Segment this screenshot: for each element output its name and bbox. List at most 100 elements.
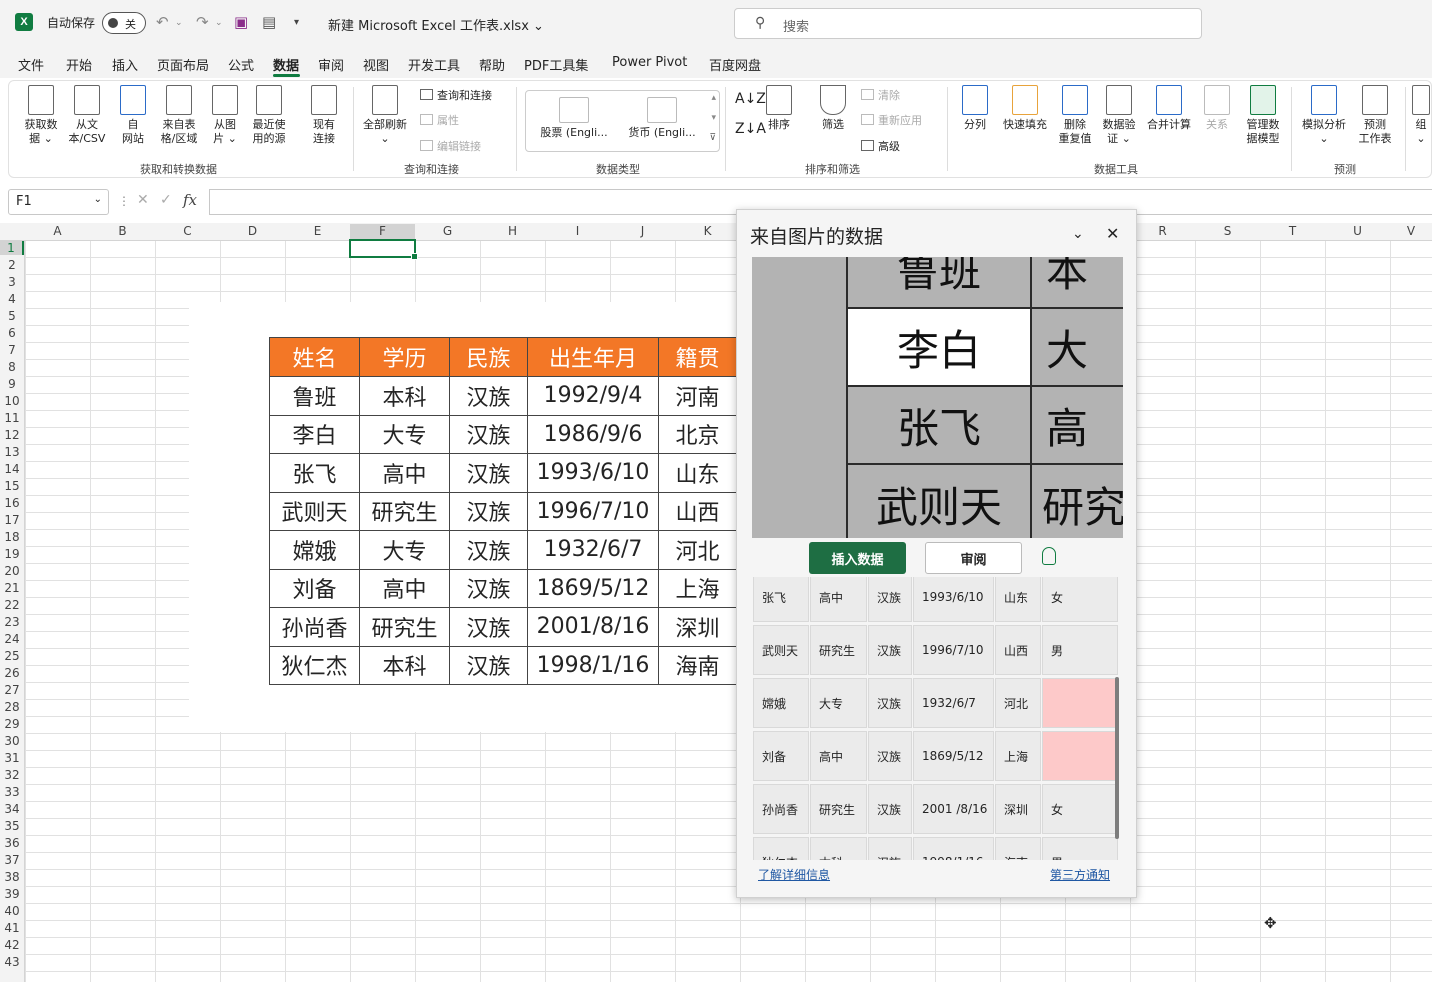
- row-header[interactable]: 32: [0, 768, 24, 782]
- result-cell[interactable]: 武则天: [753, 625, 809, 675]
- result-cell[interactable]: 汉族: [868, 577, 912, 622]
- customize-qat-icon[interactable]: ▾: [294, 17, 299, 28]
- from-table-button[interactable]: 来自表 格/区域: [157, 85, 201, 146]
- flash-fill-button[interactable]: 快速填充: [999, 85, 1051, 132]
- currency-button[interactable]: 货币 (Engli...: [620, 97, 704, 140]
- result-cell[interactable]: 孙尚香: [753, 784, 809, 834]
- column-header[interactable]: E: [285, 224, 350, 238]
- from-picture-button[interactable]: 从图 片 ⌄: [207, 85, 243, 146]
- result-cell[interactable]: 研究生: [810, 625, 867, 675]
- row-header[interactable]: 12: [0, 428, 24, 442]
- row-header[interactable]: 17: [0, 513, 24, 527]
- tab-formulas[interactable]: 公式: [228, 55, 254, 74]
- active-cell-f1[interactable]: [349, 239, 418, 260]
- tab-home[interactable]: 开始: [66, 55, 92, 74]
- relationships-button[interactable]: 关系: [1201, 85, 1233, 132]
- row-header[interactable]: 41: [0, 921, 24, 935]
- column-header[interactable]: T: [1260, 224, 1325, 238]
- search-box[interactable]: ⚲ 搜索: [734, 8, 1202, 39]
- row-header[interactable]: 34: [0, 802, 24, 816]
- column-header[interactable]: B: [90, 224, 155, 238]
- row-header[interactable]: 20: [0, 564, 24, 578]
- tab-baidu-netdisk[interactable]: 百度网盘: [709, 55, 761, 74]
- result-cell[interactable]: 刘备: [753, 731, 809, 781]
- insert-data-button[interactable]: 插入数据: [809, 542, 906, 574]
- row-header[interactable]: 23: [0, 615, 24, 629]
- tab-page-layout[interactable]: 页面布局: [157, 55, 209, 74]
- row-header[interactable]: 13: [0, 445, 24, 459]
- tab-view[interactable]: 视图: [363, 55, 389, 74]
- tab-developer[interactable]: 开发工具: [408, 55, 460, 74]
- result-cell[interactable]: 男: [1042, 625, 1118, 675]
- from-web-button[interactable]: 自 网站: [115, 85, 151, 146]
- column-header[interactable]: H: [480, 224, 545, 238]
- consolidate-button[interactable]: 合并计算: [1143, 85, 1195, 132]
- flagged-result-cell[interactable]: [1042, 731, 1118, 781]
- result-cell[interactable]: 高中: [810, 731, 867, 781]
- column-header[interactable]: C: [155, 224, 220, 238]
- result-cell[interactable]: 女: [1042, 784, 1118, 834]
- result-cell[interactable]: 上海: [995, 731, 1041, 781]
- properties-button[interactable]: 属性: [420, 112, 459, 128]
- tab-pdf-tools[interactable]: PDF工具集: [524, 55, 588, 74]
- result-cell[interactable]: 深圳: [995, 784, 1041, 834]
- row-header[interactable]: 7: [0, 343, 24, 357]
- redo-dropdown-icon[interactable]: ⌄: [215, 18, 223, 28]
- text-to-columns-button[interactable]: 分列: [955, 85, 995, 132]
- tab-data[interactable]: 数据: [273, 55, 299, 74]
- row-header[interactable]: 43: [0, 955, 24, 969]
- tab-review[interactable]: 审阅: [318, 55, 344, 74]
- outline-group-button[interactable]: 组 ⌄: [1411, 85, 1431, 146]
- flagged-result-cell[interactable]: [1042, 678, 1118, 728]
- row-header[interactable]: 2: [0, 258, 24, 272]
- row-header[interactable]: 26: [0, 666, 24, 680]
- row-header[interactable]: 10: [0, 394, 24, 408]
- result-cell[interactable]: 狄仁杰: [753, 837, 809, 860]
- column-header[interactable]: K: [675, 224, 740, 238]
- column-header[interactable]: G: [415, 224, 480, 238]
- result-cell[interactable]: 山西: [995, 625, 1041, 675]
- queries-connections-button[interactable]: 查询和连接: [420, 87, 492, 103]
- row-header[interactable]: 38: [0, 870, 24, 884]
- row-header[interactable]: 40: [0, 904, 24, 918]
- column-header[interactable]: V: [1390, 224, 1432, 238]
- clear-filter-button[interactable]: 清除: [861, 87, 900, 103]
- row-header[interactable]: 25: [0, 649, 24, 663]
- result-cell[interactable]: 汉族: [868, 837, 912, 860]
- column-header[interactable]: D: [220, 224, 285, 238]
- gallery-up-icon[interactable]: ▴: [711, 93, 716, 103]
- result-cell[interactable]: 高中: [810, 577, 867, 622]
- row-header[interactable]: 28: [0, 700, 24, 714]
- undo-icon[interactable]: ↶: [156, 13, 169, 31]
- row-header[interactable]: 33: [0, 785, 24, 799]
- row-header[interactable]: 35: [0, 819, 24, 833]
- gallery-down-icon[interactable]: ▾: [711, 113, 716, 123]
- get-data-button[interactable]: 获取数 据 ⌄: [19, 85, 63, 146]
- result-cell[interactable]: 女: [1042, 577, 1118, 622]
- result-cell[interactable]: 河北: [995, 678, 1041, 728]
- result-cell[interactable]: 张飞: [753, 577, 809, 622]
- advanced-filter-button[interactable]: 高级: [861, 138, 900, 154]
- result-cell[interactable]: 1996/7/10: [913, 625, 994, 675]
- redo-icon[interactable]: ↷: [196, 13, 209, 31]
- row-header[interactable]: 19: [0, 547, 24, 561]
- picture-preview[interactable]: 鲁班 本 李白 大 张飞 高 武则天 研究: [752, 257, 1123, 538]
- row-header[interactable]: 11: [0, 411, 24, 425]
- reapply-button[interactable]: 重新应用: [861, 112, 922, 128]
- result-cell[interactable]: 海南: [995, 837, 1041, 860]
- sort-ascending-icon[interactable]: A↓Z: [735, 91, 766, 107]
- column-header[interactable]: A: [25, 224, 90, 238]
- lightbulb-icon[interactable]: [1042, 547, 1056, 565]
- tab-file[interactable]: 文件: [18, 55, 44, 74]
- result-cell[interactable]: 研究生: [810, 784, 867, 834]
- row-header[interactable]: 6: [0, 326, 24, 340]
- tab-insert[interactable]: 插入: [112, 55, 138, 74]
- gallery-more-icon[interactable]: ⊽: [709, 133, 716, 143]
- column-header[interactable]: J: [610, 224, 675, 238]
- form-icon[interactable]: ▤: [262, 13, 276, 31]
- data-validation-button[interactable]: 数据验 证 ⌄: [1099, 85, 1139, 146]
- column-header[interactable]: I: [545, 224, 610, 238]
- row-header[interactable]: 21: [0, 581, 24, 595]
- sort-descending-icon[interactable]: Z↓A: [735, 121, 766, 137]
- forecast-sheet-button[interactable]: 预测 工作表: [1353, 85, 1397, 146]
